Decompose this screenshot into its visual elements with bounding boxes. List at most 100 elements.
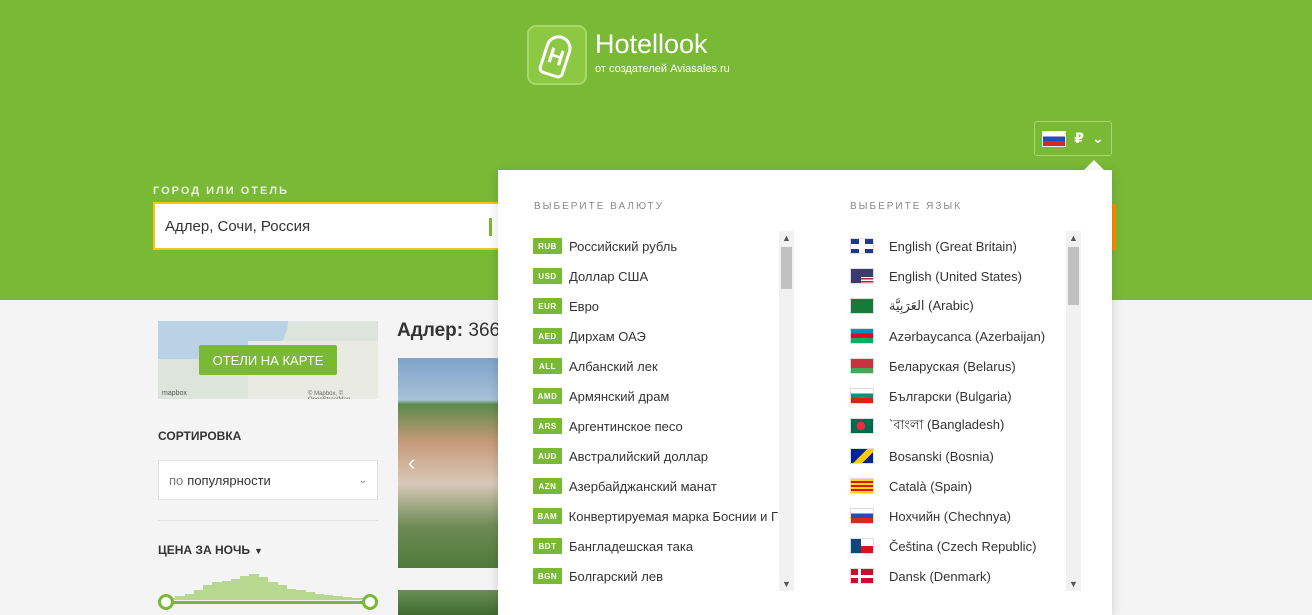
scroll-down-icon[interactable]: ▼ — [779, 577, 794, 591]
language-item-uk[interactable]: English (Great Britain) — [850, 231, 1060, 261]
chevron-down-icon: ⌄ — [1092, 130, 1104, 146]
language-name: Български (Bulgaria) — [889, 388, 1012, 404]
currency-code-badge: BAM — [533, 508, 562, 524]
currency-item-azn[interactable]: AZN Азербайджанский манат — [533, 471, 778, 501]
currency-code-badge: AMD — [533, 388, 562, 404]
dk-flag-icon — [850, 568, 874, 584]
language-item-cz[interactable]: Čeština (Czech Republic) — [850, 531, 1060, 561]
sort-prefix: по — [169, 472, 184, 488]
language-name: العَرَبِيَّة (Arabic) — [889, 298, 974, 313]
hotellook-logo-icon: H — [527, 25, 587, 85]
currency-item-usd[interactable]: USD Доллар США — [533, 261, 778, 291]
currency-item-eur[interactable]: EUR Евро — [533, 291, 778, 321]
currency-item-aud[interactable]: AUD Австралийский доллар — [533, 441, 778, 471]
language-item-az[interactable]: Azərbaycanca (Azerbaijan) — [850, 321, 1060, 351]
mapbox-logo: mapbox — [162, 390, 187, 397]
language-name: `বাংলা (Bangladesh) — [889, 416, 1005, 432]
currency-name: Российский рубль — [569, 238, 678, 254]
scroll-up-icon[interactable]: ▲ — [1066, 231, 1081, 245]
language-list: English (Great Britain) English (United S… — [850, 231, 1060, 591]
language-item-ba[interactable]: Bosanski (Bosnia) — [850, 441, 1060, 471]
language-name: Azərbaycanca (Azerbaijan) — [889, 328, 1046, 344]
divider — [158, 520, 378, 521]
currency-code-badge: ARS — [533, 418, 562, 434]
price-slider-track[interactable] — [166, 601, 370, 604]
language-item-sa[interactable]: العَرَبِيَّة (Arabic) — [850, 291, 1060, 321]
currency-name: Армянский драм — [569, 388, 670, 404]
currency-scrollbar[interactable]: ▲ ▼ — [779, 231, 794, 591]
currency-language-dropdown: ВЫБЕРИТЕ ВАЛЮТУ ВЫБЕРИТЕ ЯЗЫК RUB Российс… — [498, 170, 1112, 615]
language-item-cat[interactable]: Català (Spain) — [850, 471, 1060, 501]
language-name: English (United States) — [889, 268, 1022, 284]
az-flag-icon — [850, 328, 874, 344]
sa-flag-icon — [850, 298, 874, 314]
price-filter-title[interactable]: ЦЕНА ЗА НОЧЬ ▼ — [158, 543, 263, 557]
currency-item-ars[interactable]: ARS Аргентинское песо — [533, 411, 778, 441]
currency-language-toggle[interactable]: ₽ ⌄ — [1034, 121, 1112, 156]
language-item-us[interactable]: English (United States) — [850, 261, 1060, 291]
scroll-up-icon[interactable]: ▲ — [779, 231, 794, 245]
language-name: Dansk (Denmark) — [889, 568, 991, 584]
language-item-bg[interactable]: Български (Bulgaria) — [850, 381, 1060, 411]
uk-flag-icon — [850, 238, 874, 254]
currency-item-bdt[interactable]: BDT Бангладешская така — [533, 531, 778, 561]
language-item-bd[interactable]: `বাংলা (Bangladesh) — [850, 411, 1060, 441]
map-preview[interactable]: ОТЕЛИ НА КАРТЕ mapbox © Mapbox, © OpenSt… — [158, 321, 378, 399]
scroll-down-icon[interactable]: ▼ — [1066, 577, 1081, 591]
currency-code-badge: ALL — [533, 358, 562, 374]
currency-item-amd[interactable]: AMD Армянский драм — [533, 381, 778, 411]
currency-code-badge: EUR — [533, 298, 562, 314]
language-name: Нохчийн (Chechnya) — [889, 508, 1011, 524]
bd-flag-icon — [850, 418, 874, 434]
currency-name: Аргентинское песо — [569, 418, 683, 434]
bg-flag-icon — [850, 388, 874, 404]
currency-symbol: ₽ — [1074, 130, 1084, 146]
cz-flag-icon — [850, 538, 874, 554]
currency-name: Евро — [569, 298, 600, 314]
currency-item-all[interactable]: ALL Албанский лек — [533, 351, 778, 381]
currency-name: Доллар США — [569, 268, 649, 284]
currency-item-rub[interactable]: RUB Российский рубль — [533, 231, 778, 261]
language-scrollbar[interactable]: ▲ ▼ — [1066, 231, 1081, 591]
language-item-dk[interactable]: Dansk (Denmark) — [850, 561, 1060, 591]
price-slider-min-handle[interactable] — [158, 594, 174, 610]
map-credit: © Mapbox, © OpenStreetMap — [308, 391, 350, 399]
currency-item-aed[interactable]: AED Дирхам ОАЭ — [533, 321, 778, 351]
currency-list: RUB Российский рубль USD Доллар США EUR Евро A… — [533, 231, 778, 591]
currency-name: Австралийский доллар — [569, 448, 708, 464]
chevron-left-icon[interactable]: ‹ — [408, 450, 415, 476]
hotel-photo[interactable]: ‹ — [398, 358, 498, 568]
hotels-on-map-button[interactable]: ОТЕЛИ НА КАРТЕ — [199, 345, 337, 375]
hotel-photo[interactable] — [398, 590, 498, 615]
search-input-value: Адлер, Сочи, Россия — [165, 217, 311, 235]
brand-name: Hotellook — [595, 29, 708, 59]
caret-down-icon: ▼ — [254, 546, 263, 556]
currency-name: Азербайджанский манат — [569, 478, 717, 494]
currency-item-bgn[interactable]: BGN Болгарский лев — [533, 561, 778, 591]
sort-title: СОРТИРОВКА — [158, 429, 242, 443]
cat-flag-icon — [850, 478, 874, 494]
brand-tagline: от создателей Aviasales.ru — [595, 63, 730, 75]
currency-code-badge: AZN — [533, 478, 562, 494]
language-name: Čeština (Czech Republic) — [889, 538, 1037, 554]
currency-item-bam[interactable]: BAM Конвертируемая марка Боснии и Г — [533, 501, 778, 531]
currency-code-badge: AUD — [533, 448, 562, 464]
language-name: Català (Spain) — [889, 478, 973, 494]
language-item-ru[interactable]: Нохчийн (Chechnya) — [850, 501, 1060, 531]
sort-value: популярности — [187, 472, 271, 488]
currency-code-badge: RUB — [533, 238, 562, 254]
russia-flag-icon — [1042, 130, 1067, 147]
search-label: ГОРОД ИЛИ ОТЕЛЬ — [153, 185, 289, 197]
currency-name: Бангладешская така — [569, 538, 694, 554]
language-item-by[interactable]: Беларуская (Belarus) — [850, 351, 1060, 381]
dropdown-pointer — [1084, 160, 1104, 170]
ru-flag-icon — [850, 508, 874, 524]
search-input[interactable]: Адлер, Сочи, Россия — [153, 202, 505, 250]
currency-name: Дирхам ОАЭ — [569, 328, 646, 344]
by-flag-icon — [850, 358, 874, 374]
currency-name: Албанский лек — [569, 358, 658, 374]
logo[interactable]: H Hotellook от создателей Aviasales.ru — [527, 25, 730, 85]
language-name: Bosanski (Bosnia) — [889, 448, 994, 464]
sort-select[interactable]: по популярности ⌄ — [158, 460, 378, 500]
price-slider-max-handle[interactable] — [362, 594, 378, 610]
